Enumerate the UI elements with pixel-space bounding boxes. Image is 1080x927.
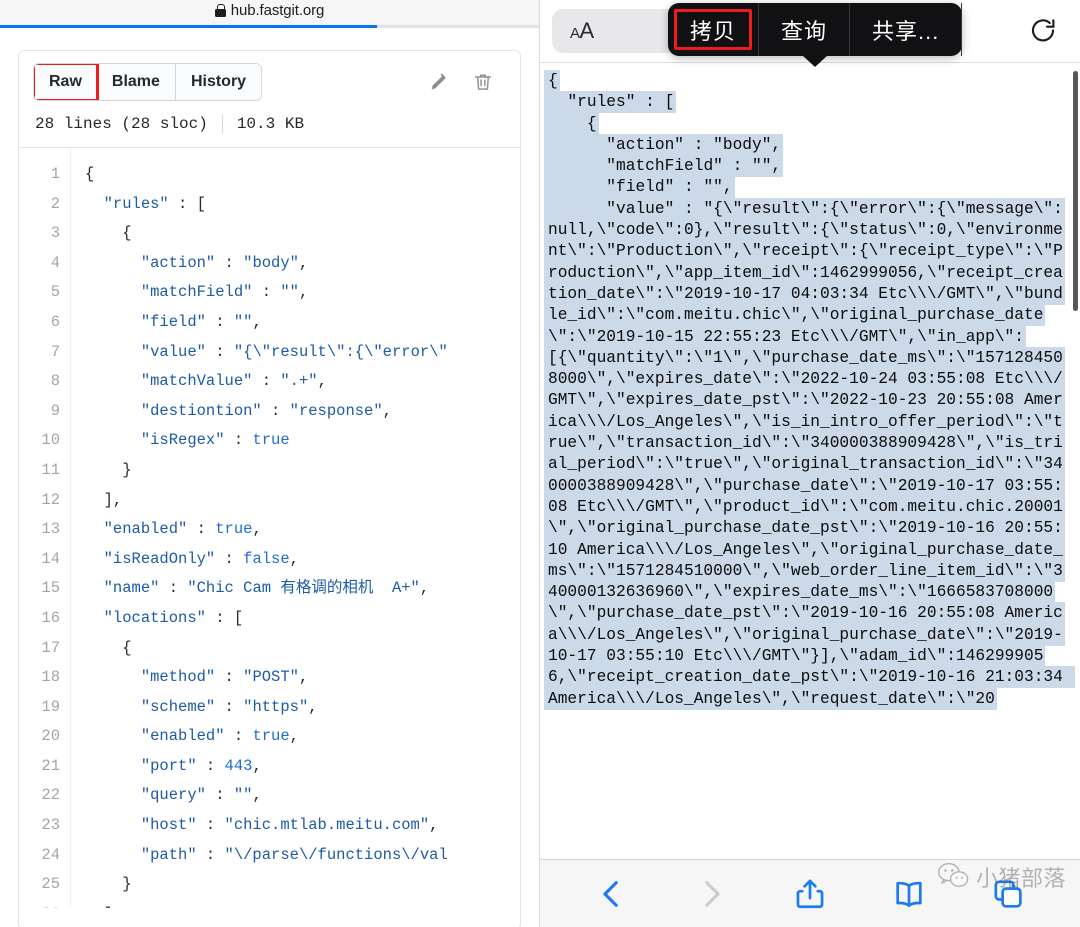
file-view-button-group: Raw Blame History — [33, 63, 263, 101]
chevron-back-icon[interactable] — [591, 873, 633, 915]
text-selection-context-menu: 拷贝 查询 共享... — [668, 3, 963, 67]
lock-icon — [214, 3, 226, 17]
tabs-icon[interactable] — [987, 873, 1029, 915]
text-size-icon[interactable]: AA — [552, 9, 682, 53]
context-menu-arrow — [802, 55, 829, 67]
context-menu-lookup[interactable]: 查询 — [759, 3, 851, 56]
file-size: 10.3 KB — [236, 115, 305, 133]
page-scrollbar[interactable] — [1073, 71, 1078, 311]
raw-button[interactable]: Raw — [34, 64, 99, 100]
pencil-icon[interactable] — [428, 71, 450, 93]
file-toolbar: Raw Blame History — [19, 51, 520, 101]
ios-page-content[interactable]: { "rules" : [ { "action" : "body", "matc… — [540, 62, 1080, 857]
file-meta: 28 lines (28 sloc) 10.3 KB — [19, 101, 520, 148]
code-content: { "rules" : [ { "action" : "body", "matc… — [85, 165, 448, 908]
selected-text-block: { "rules" : [ { "action" : "body", "matc… — [544, 70, 1075, 710]
text-size-label: AA — [570, 18, 594, 43]
context-menu-share[interactable]: 共享... — [850, 3, 963, 56]
page-load-progress-fill — [0, 25, 378, 28]
file-line-count: 28 lines (28 sloc) — [35, 115, 208, 133]
trash-icon[interactable] — [472, 71, 494, 93]
share-icon[interactable] — [789, 873, 831, 915]
code-line-numbers: 1 2 3 4 5 6 7 8 9 10 11 12 13 14 15 16 17 18 19 20 21 22 23 24 2… — [19, 148, 71, 908]
chevron-forward-icon[interactable] — [690, 873, 732, 915]
meta-divider — [221, 115, 223, 133]
context-menu-copy[interactable]: 拷贝 — [668, 3, 760, 56]
address-bar[interactable]: hub.fastgit.org — [214, 1, 325, 19]
page-load-progress — [0, 25, 539, 28]
file-view-card: Raw Blame History 28 lines (28 sloc) 10.… — [18, 50, 521, 927]
address-bar-url: hub.fastgit.org — [230, 1, 325, 19]
browser-chrome: hub.fastgit.org — [0, 0, 539, 28]
file-actions — [428, 71, 506, 93]
blame-button[interactable]: Blame — [96, 64, 176, 100]
desktop-browser-pane: hub.fastgit.org Raw Blame History 28 lin… — [0, 0, 540, 927]
screenshot-root: hub.fastgit.org Raw Blame History 28 lin… — [0, 0, 1080, 927]
history-button[interactable]: History — [175, 64, 262, 100]
reload-icon[interactable] — [1024, 12, 1062, 50]
ios-safari-pane: AA 拷贝 查询 共享... { "rules" : [ { "action" … — [540, 0, 1080, 927]
code-viewer[interactable]: 1 2 3 4 5 6 7 8 9 10 11 12 13 14 15 16 17 18 19 20 21 22 23 24 2… — [19, 148, 520, 908]
ios-bottom-toolbar — [540, 859, 1080, 927]
book-icon[interactable] — [888, 873, 930, 915]
